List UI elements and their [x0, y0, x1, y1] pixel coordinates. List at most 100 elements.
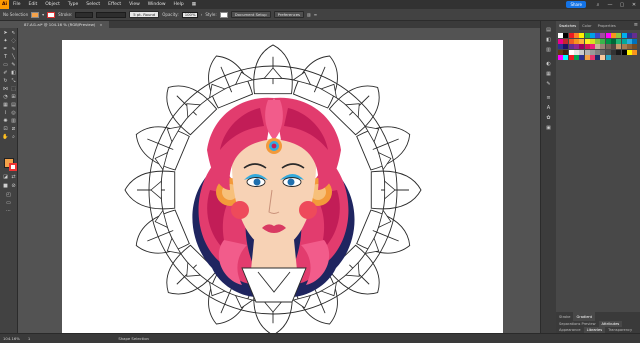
color-swatch[interactable] — [632, 49, 638, 55]
color-swatch[interactable] — [579, 49, 585, 55]
rectangle-tool-icon[interactable]: ▭ — [2, 62, 9, 69]
maximize-icon[interactable]: ▢ — [616, 2, 628, 8]
stroke-color-box[interactable] — [9, 163, 17, 171]
width-tool-icon[interactable]: ⋈ — [2, 86, 9, 93]
color-swatch[interactable] — [626, 33, 632, 38]
color-swatch[interactable] — [621, 38, 627, 44]
color-swatch[interactable] — [579, 33, 585, 38]
tab-separations-preview[interactable]: Separations Preview — [556, 322, 599, 326]
color-swatch[interactable] — [579, 55, 585, 61]
symbol-sprayer-tool-icon[interactable]: ✺ — [2, 118, 9, 125]
brushes-icon[interactable]: ✎ — [545, 81, 552, 88]
color-swatch[interactable] — [626, 38, 632, 44]
color-swatch[interactable] — [621, 44, 627, 50]
menu-object[interactable]: Object — [41, 2, 64, 7]
color-swatch[interactable] — [573, 38, 579, 44]
edit-toolbar-icon[interactable]: ⋯ — [5, 208, 12, 215]
shaper-tool-icon[interactable]: ✐ — [2, 70, 9, 77]
color-swatch[interactable] — [563, 55, 569, 61]
color-swatch[interactable] — [584, 38, 590, 44]
color-swatch[interactable] — [605, 33, 611, 38]
color-swatch[interactable] — [568, 33, 574, 38]
menu-select[interactable]: Select — [82, 2, 104, 7]
color-swatch[interactable] — [616, 49, 622, 55]
color-swatch[interactable] — [558, 44, 563, 50]
color-swatch[interactable] — [600, 33, 606, 38]
tab-gradient[interactable]: Gradient — [573, 312, 596, 321]
color-swatch[interactable] — [579, 44, 585, 50]
symbols-icon[interactable]: ✿ — [545, 115, 552, 122]
color-mode-icon[interactable]: ■ — [2, 183, 9, 190]
color-swatch[interactable] — [563, 44, 569, 50]
tab-swatches[interactable]: Swatches — [556, 21, 580, 30]
color-swatch[interactable] — [632, 33, 638, 38]
color-swatch[interactable] — [568, 44, 574, 50]
color-swatch[interactable] — [568, 49, 574, 55]
search-icon[interactable]: ⌕ — [592, 2, 604, 8]
color-swatch[interactable] — [584, 55, 590, 61]
color-swatch[interactable] — [611, 49, 616, 55]
document-setup-button[interactable]: Document Setup — [230, 11, 271, 18]
color-swatch[interactable] — [573, 44, 579, 50]
color-swatch[interactable] — [589, 33, 595, 38]
free-transform-tool-icon[interactable]: ⬚ — [10, 86, 17, 93]
color-swatch[interactable] — [573, 55, 579, 61]
pen-tool-icon[interactable]: ✒ — [2, 46, 9, 53]
color-swatch[interactable] — [605, 38, 611, 44]
screen-mode-icon[interactable]: ▭ — [5, 200, 12, 207]
color-swatch[interactable] — [589, 49, 595, 55]
rotate-tool-icon[interactable]: ↻ — [2, 78, 9, 85]
zoom-tool-icon[interactable]: ⌕ — [10, 134, 17, 141]
color-swatch[interactable] — [563, 49, 569, 55]
color-swatch[interactable] — [584, 33, 590, 38]
tab-properties[interactable]: Properties — [595, 24, 619, 28]
none-mode-icon[interactable]: ⊘ — [10, 183, 17, 190]
color-swatch[interactable] — [584, 44, 590, 50]
color-swatch[interactable] — [595, 55, 601, 61]
arrange-documents-icon[interactable]: ▥ — [307, 12, 311, 17]
color-swatch[interactable] — [589, 55, 595, 61]
stroke-swatch[interactable] — [47, 11, 56, 18]
curvature-tool-icon[interactable]: ∿ — [10, 46, 17, 53]
hand-tool-icon[interactable]: ✋ — [2, 134, 9, 141]
selection-tool-icon[interactable]: ➤ — [2, 30, 9, 37]
scale-tool-icon[interactable]: ⤡ — [10, 78, 17, 85]
color-swatch[interactable] — [595, 33, 601, 38]
direct-selection-tool-icon[interactable]: ⇖ — [10, 30, 17, 37]
color-swatch[interactable] — [616, 33, 622, 38]
color-swatch[interactable] — [558, 38, 563, 44]
image-trace-icon[interactable]: ▣ — [545, 125, 552, 132]
stroke-icon[interactable]: ≡ — [545, 95, 552, 102]
slice-tool-icon[interactable]: ⧄ — [10, 126, 17, 133]
fill-dropdown-icon[interactable]: ▾ — [42, 12, 44, 17]
panel-menu-icon[interactable]: ≡ — [634, 22, 638, 28]
color-swatch[interactable] — [611, 33, 616, 38]
color-swatch[interactable] — [621, 49, 627, 55]
color-swatch[interactable] — [563, 38, 569, 44]
color-swatch[interactable] — [589, 44, 595, 50]
tab-color[interactable]: Color — [579, 24, 594, 28]
default-colors-icon[interactable]: ◪ — [2, 174, 9, 181]
mesh-tool-icon[interactable]: ▦ — [2, 102, 9, 109]
variable-width-field[interactable] — [96, 11, 127, 18]
artboard[interactable] — [62, 40, 503, 333]
menu-view[interactable]: View — [125, 2, 144, 7]
menu-window[interactable]: Window — [144, 2, 170, 7]
eyedropper-tool-icon[interactable]: ⌇ — [2, 110, 9, 117]
close-icon[interactable]: ✕ — [628, 2, 640, 8]
lasso-tool-icon[interactable]: ◌ — [10, 38, 17, 45]
opacity-field[interactable]: 100% — [181, 11, 198, 18]
color-guide-icon[interactable]: ◐ — [545, 61, 552, 68]
color-swatch[interactable] — [563, 33, 569, 38]
color-swatch[interactable] — [616, 38, 622, 44]
menu-effect[interactable]: Effect — [104, 2, 125, 7]
eraser-tool-icon[interactable]: ◧ — [10, 70, 17, 77]
gradient-tool-icon[interactable]: ▤ — [10, 102, 17, 109]
preferences-button[interactable]: Preferences — [273, 11, 305, 18]
color-swatch[interactable] — [573, 49, 579, 55]
type-tool-icon[interactable]: T — [2, 54, 9, 61]
opacity-arrow-icon[interactable]: › — [201, 12, 203, 17]
menu-edit[interactable]: Edit — [25, 2, 42, 7]
libraries-icon[interactable]: ▥ — [545, 47, 552, 54]
tab-transparency[interactable]: Transparency — [605, 328, 635, 332]
